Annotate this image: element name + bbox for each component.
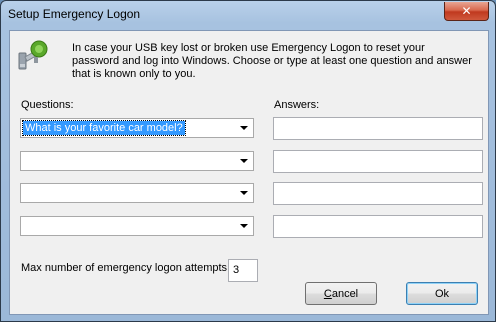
question-combo-2-value	[23, 154, 27, 168]
answer-field-3[interactable]	[273, 182, 483, 205]
chevron-down-icon[interactable]	[240, 126, 248, 130]
answer-field-2[interactable]	[273, 150, 483, 173]
usb-key-icon	[18, 40, 48, 70]
answer-field-1[interactable]	[273, 117, 483, 140]
close-icon: ✕	[461, 4, 472, 18]
question-combo-3-value	[23, 186, 27, 200]
question-combo-1[interactable]: What is your favorite car model?	[20, 118, 254, 138]
questions-label: Questions:	[21, 99, 74, 111]
close-button[interactable]: ✕	[444, 2, 489, 21]
attempts-input[interactable]: 3	[228, 259, 258, 282]
chevron-down-icon[interactable]	[240, 224, 248, 228]
attempts-label: Max number of emergency logon attempts:	[21, 262, 231, 274]
cancel-label: ancel	[331, 287, 359, 300]
cancel-button[interactable]: Cancel	[305, 282, 377, 305]
chevron-down-icon[interactable]	[240, 159, 248, 163]
dialog-body: In case your USB key lost or broken use …	[9, 30, 489, 315]
ok-button[interactable]: Ok	[406, 282, 478, 305]
answers-label: Answers:	[274, 99, 320, 111]
intro-text: In case your USB key lost or broken use …	[72, 42, 472, 80]
window-title: Setup Emergency Logon	[8, 7, 141, 21]
question-combo-3[interactable]	[20, 183, 254, 203]
answer-field-4[interactable]	[273, 215, 483, 238]
chevron-down-icon[interactable]	[240, 191, 248, 195]
question-combo-4-value	[23, 219, 27, 233]
question-combo-1-value: What is your favorite car model?	[22, 120, 186, 136]
setup-emergency-logon-window: Setup Emergency Logon ✕ In case your USB…	[0, 0, 496, 322]
question-combo-4[interactable]	[20, 216, 254, 236]
cancel-mnemonic: C	[323, 287, 332, 300]
question-combo-2[interactable]	[20, 151, 254, 171]
title-bar[interactable]: Setup Emergency Logon ✕	[1, 1, 495, 27]
ok-label: Ok	[434, 287, 450, 300]
